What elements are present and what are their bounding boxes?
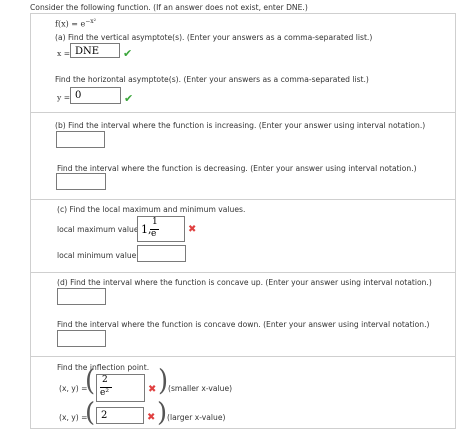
right-paren: ) [158,364,169,398]
increasing-interval-input[interactable] [56,131,105,148]
divider [30,356,456,357]
inflection-point-2-input[interactable]: 2 [96,407,144,424]
local-minimum-label: local minimum value [57,251,137,260]
decreasing-interval-input[interactable] [56,173,106,190]
x-icon: ✖ [188,224,197,235]
xy-label: (x, y) = [59,413,88,422]
vertical-asymptote-input[interactable]: DNE [70,43,120,58]
x-label: x = [57,49,71,58]
local-maximum-input[interactable]: 1, 1 e [137,216,185,242]
inflection-2-note: (larger x-value) [167,413,226,422]
divider [30,112,456,113]
function-expression: f(x) = e−x² [55,18,96,29]
y-label: y = [57,93,71,102]
x-icon: ✖ [148,384,157,395]
horizontal-asymptote-input[interactable]: 0 [70,87,121,104]
horizontal-asymptote-value: 0 [75,90,82,101]
local-minimum-input[interactable] [137,245,186,262]
inflection-1-note-text: (smaller x-value) [168,384,233,393]
function-lhs: f(x) = e [55,19,86,29]
check-icon: ✔ [124,92,134,105]
local-maximum-numerator: 1 [152,217,158,227]
right-paren: ) [157,398,168,428]
inflection-1-denominator: e² [100,388,109,398]
local-maximum-denominator: e [151,229,157,239]
left-paren: ( [85,398,96,428]
question-horizontal-asymptote: Find the horizontal asymptote(s). (Enter… [55,75,369,84]
inflection-point-1-input[interactable]: 2 e² [96,374,145,402]
inflection-1-note: (smaller x-value) [168,384,232,393]
concave-up-input[interactable] [57,288,106,305]
question-local-extrema: (c) Find the local maximum and minimum v… [57,205,246,214]
left-paren: ( [85,364,96,398]
question-concave-down: Find the interval where the function is … [57,320,430,329]
divider [30,272,456,273]
vertical-asymptote-value: DNE [75,46,100,57]
xy-label: (x, y) = [59,384,88,393]
local-maximum-label: local maximum value [57,225,139,234]
function-exponent: −x² [85,18,97,25]
x-icon: ✖ [147,412,156,423]
concave-down-input[interactable] [57,330,106,347]
question-inflection-point: Find the inflection point. [57,363,150,372]
question-decreasing-interval: Find the interval where the function is … [57,164,417,173]
check-icon: ✔ [123,47,133,60]
divider [30,199,456,200]
inflection-1-numerator: 2 [102,375,108,385]
question-increasing-interval: (b) Find the interval where the function… [55,121,426,130]
inflection-2-value: 2 [101,410,108,421]
question-concave-up: (d) Find the interval where the function… [57,278,432,287]
intro-text: Consider the following function. (If an … [30,3,308,12]
question-vertical-asymptote: (a) Find the vertical asymptote(s). (Ent… [55,33,373,42]
